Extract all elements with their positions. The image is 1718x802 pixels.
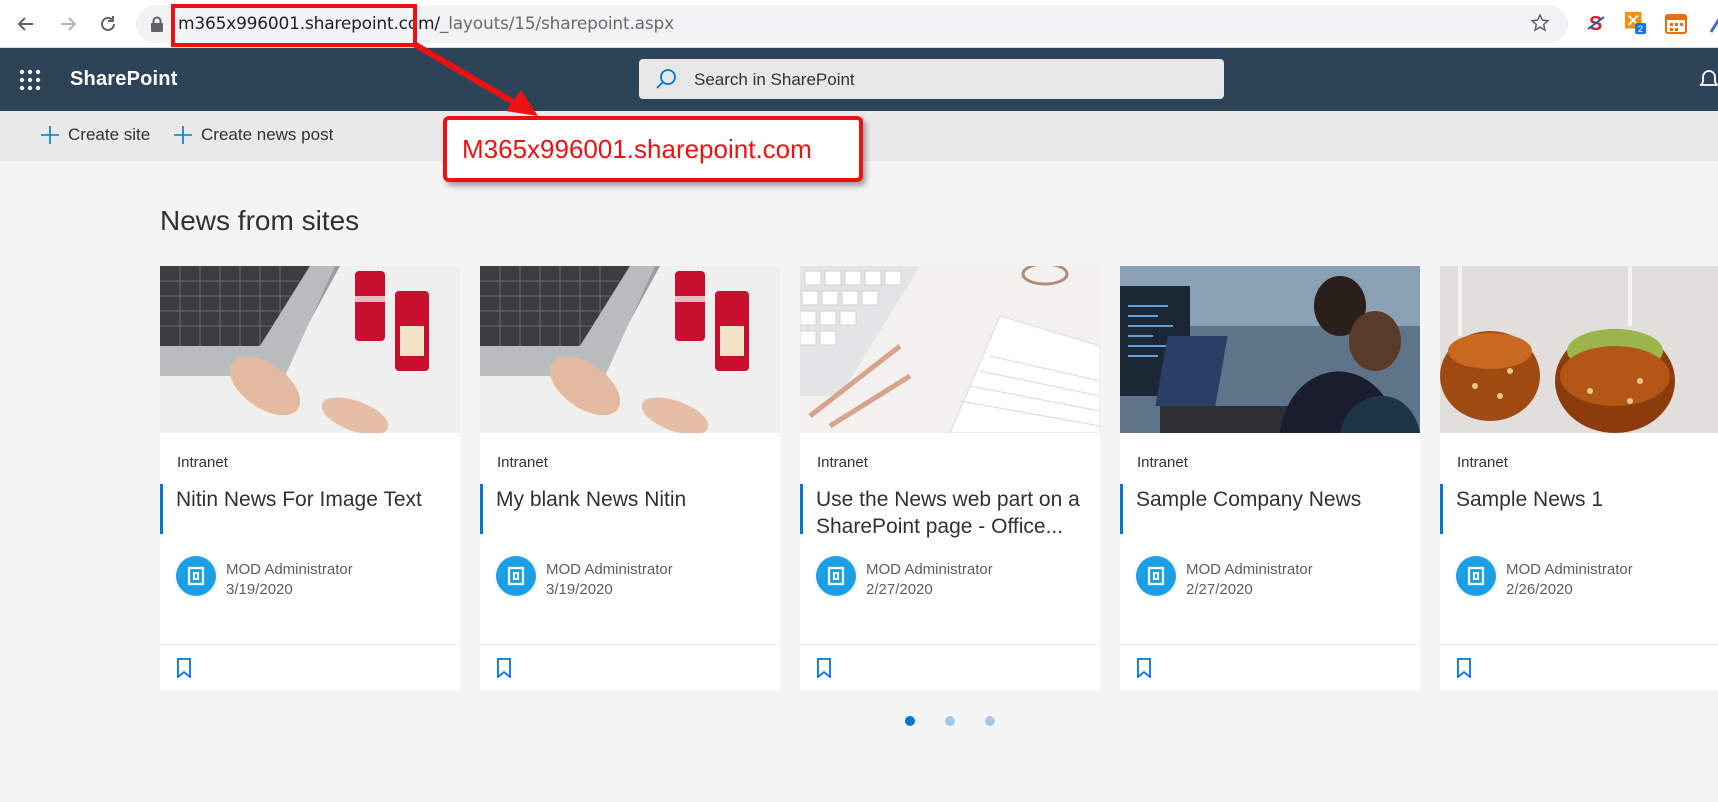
card-title[interactable]: Use the News web part on a SharePoint pa…	[816, 486, 1086, 540]
card-site[interactable]: Intranet	[1137, 454, 1188, 471]
back-icon	[17, 17, 33, 31]
card-site[interactable]: Intranet	[817, 454, 868, 471]
waffle-icon[interactable]	[16, 68, 44, 92]
card-date: 3/19/2020	[546, 581, 613, 598]
card-site[interactable]: Intranet	[1457, 454, 1508, 471]
card-author: MOD Administrator	[1186, 561, 1313, 578]
card-divider	[480, 644, 780, 645]
card-date: 2/27/2020	[866, 581, 933, 598]
bookmark-icon[interactable]	[1456, 658, 1472, 678]
url-path: _layouts/15/sharepoint.aspx	[439, 14, 674, 34]
svg-text:2: 2	[1638, 24, 1643, 34]
avatar	[1456, 556, 1496, 596]
bookmark-icon[interactable]	[1136, 658, 1152, 678]
extension-s-icon[interactable]: S	[1584, 11, 1608, 35]
card-divider	[800, 644, 1100, 645]
card-title-block: Use the News web part on a SharePoint pa…	[800, 484, 1090, 538]
card-title-block: Sample Company News	[1120, 484, 1410, 534]
avatar	[496, 556, 536, 596]
back-button[interactable]	[10, 8, 42, 40]
card-date: 2/26/2020	[1506, 581, 1573, 598]
news-section-title: News from sites	[160, 205, 360, 236]
search-placeholder: Search in SharePoint	[694, 70, 855, 89]
card-date: 2/27/2020	[1186, 581, 1253, 598]
card-author: MOD Administrator	[866, 561, 993, 578]
card-title[interactable]: Sample News 1	[1456, 486, 1718, 513]
card-site[interactable]: Intranet	[177, 454, 228, 471]
search-icon	[656, 69, 676, 89]
reload-icon	[101, 16, 115, 31]
calendar-extension-icon[interactable]	[1664, 11, 1688, 35]
card-title[interactable]: My blank News Nitin	[496, 486, 766, 513]
reload-button[interactable]	[92, 8, 124, 40]
forward-icon	[61, 17, 77, 31]
news-card[interactable]: Intranet Sample News 1 MOD Administrator…	[1440, 266, 1718, 690]
avatar	[816, 556, 856, 596]
card-divider	[1440, 644, 1718, 645]
url-highlight-box	[171, 4, 417, 47]
keyboard-notebook-photo	[800, 266, 1100, 433]
caramel-apples-photo	[1440, 266, 1718, 433]
card-author: MOD Administrator	[1506, 561, 1633, 578]
bookmark-icon[interactable]	[816, 658, 832, 678]
carousel-page-dot-2[interactable]	[945, 716, 955, 726]
card-site[interactable]: Intranet	[497, 454, 548, 471]
avatar	[176, 556, 216, 596]
create-news-post-button[interactable]: Create news post	[173, 125, 333, 145]
card-date: 3/19/2020	[226, 581, 293, 598]
card-title[interactable]: Sample Company News	[1136, 486, 1406, 513]
carousel-page-dot-1[interactable]	[905, 716, 915, 726]
laptop-coca-cola-photo	[480, 266, 780, 433]
people-at-computer-photo	[1120, 266, 1420, 433]
lock-icon	[151, 16, 163, 32]
extension-tool-icon[interactable]: 2	[1624, 11, 1648, 35]
app-brand[interactable]: SharePoint	[70, 68, 178, 91]
pen-extension-icon[interactable]	[1704, 11, 1718, 35]
annotation-callout: M365x996001.sharepoint.com	[443, 116, 863, 182]
avatar	[1136, 556, 1176, 596]
card-title-block: Nitin News For Image Text	[160, 484, 450, 534]
bookmark-icon[interactable]	[176, 658, 192, 678]
carousel-page-dot-3[interactable]	[985, 716, 995, 726]
annotation-callout-text: M365x996001.sharepoint.com	[462, 134, 812, 164]
card-author: MOD Administrator	[546, 561, 673, 578]
news-card[interactable]: Intranet Sample Company News MOD Adminis…	[1120, 266, 1420, 690]
plus-icon	[174, 126, 192, 144]
card-divider	[160, 644, 460, 645]
create-news-post-label: Create news post	[201, 125, 334, 144]
laptop-coca-cola-photo	[160, 266, 460, 433]
news-card[interactable]: Intranet My blank News Nitin MOD Adminis…	[480, 266, 780, 690]
star-icon[interactable]	[1530, 13, 1550, 33]
create-site-button[interactable]: Create site	[40, 125, 150, 145]
card-title-block: Sample News 1	[1440, 484, 1718, 534]
news-card[interactable]: Intranet Use the News web part on a Shar…	[800, 266, 1100, 690]
plus-icon	[41, 126, 59, 144]
suite-bar: SharePoint Search in SharePoint	[0, 48, 1718, 111]
card-divider	[1120, 644, 1420, 645]
card-author: MOD Administrator	[226, 561, 353, 578]
forward-button[interactable]	[52, 8, 84, 40]
news-card[interactable]: Intranet Nitin News For Image Text MOD A…	[160, 266, 460, 690]
card-title-block: My blank News Nitin	[480, 484, 770, 534]
bell-icon[interactable]	[1699, 68, 1718, 92]
create-site-label: Create site	[68, 125, 151, 144]
search-box[interactable]: Search in SharePoint	[639, 59, 1224, 99]
card-title[interactable]: Nitin News For Image Text	[176, 486, 446, 513]
bookmark-icon[interactable]	[496, 658, 512, 678]
